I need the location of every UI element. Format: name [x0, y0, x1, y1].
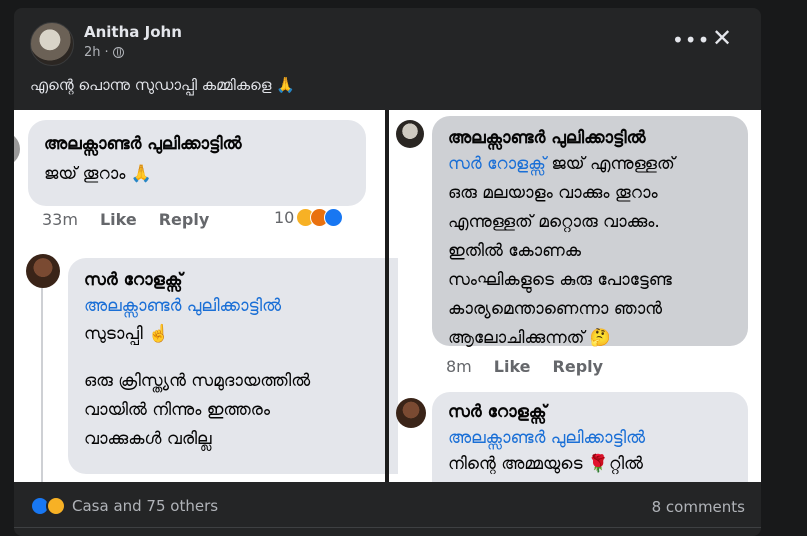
commenter-name: അലക്സാണ്ടർ പുലിക്കാട്ടിൽ — [44, 134, 242, 154]
comments-count[interactable]: 8 comments — [652, 498, 745, 516]
post-image[interactable]: അലക്സാണ്ടർ പുലിക്കാട്ടിൽ ജയ് തൂറാം 🙏 33m… — [14, 110, 761, 482]
footer-divider — [14, 527, 761, 528]
commenter-avatar — [396, 398, 426, 428]
reactors-text: Casa and 75 others — [72, 497, 219, 515]
comment-time: 8m — [446, 357, 472, 376]
commenter-name: അലക്സാണ്ടർ പുലിക്കാട്ടിൽ — [448, 128, 646, 148]
reaction-bar[interactable]: Casa and 75 others — [30, 496, 218, 516]
comment-line: വായിൽ നിന്നും ഇത്തരം — [84, 400, 270, 420]
commenter-avatar — [26, 254, 60, 288]
comment-line: വാക്കുകൾ വരില്ല — [84, 429, 212, 449]
comment-time: 33m — [42, 210, 78, 229]
haha-icon — [46, 496, 66, 516]
commenter-name: സർ റോളക്സ് — [84, 270, 183, 290]
comment-line: നിന്റെ അമ്മയുടെ 🌹റ്റിൽ — [448, 454, 643, 474]
like-button[interactable]: Like — [100, 210, 137, 229]
comment-bubble: സർ റോളക്സ് അലക്സാണ്ടർ പുലിക്കാട്ടിൽ സുടാ… — [68, 258, 398, 474]
close-icon[interactable]: ✕ — [712, 26, 732, 50]
mention-link[interactable]: സർ റോളക്സ് — [448, 154, 546, 174]
comment-bubble: അലക്സാണ്ടർ പുലിക്കാട്ടിൽ ജയ് തൂറാം 🙏 — [28, 120, 366, 206]
comment-line: സംഘികളുടെ കുരു പോട്ടേണ്ട — [448, 270, 672, 290]
reaction-summary[interactable]: 10 — [274, 208, 344, 227]
like-icon — [324, 208, 344, 227]
reply-button[interactable]: Reply — [159, 210, 210, 229]
like-button[interactable]: Like — [494, 357, 531, 376]
comment-line: കാര്യമെന്താണെന്നാ ഞാൻ — [448, 299, 663, 319]
mention-link[interactable]: അലക്സാണ്ടർ പുലിക്കാട്ടിൽ — [448, 428, 732, 448]
comment-line: സർ റോളക്സ് ജയ് എന്നുള്ളത് — [448, 154, 675, 174]
comment-line: ഇതിൽ കോണക — [448, 241, 581, 261]
image-divider — [385, 110, 389, 482]
commenter-avatar — [396, 120, 424, 148]
reaction-count: 10 — [274, 208, 295, 227]
comment-bubble: അലക്സാണ്ടർ പുലിക്കാട്ടിൽ സർ റോളക്സ് ജയ് … — [432, 116, 748, 348]
comment-bubble: സർ റോളക്സ് അലക്സാണ്ടർ പുലിക്കാട്ടിൽ നിന്… — [432, 392, 748, 482]
comment-text: ജയ് തൂറാം 🙏 — [44, 164, 152, 184]
commenter-avatar — [14, 132, 20, 166]
post-caption: എന്റെ പൊന്നു സുഡാപ്പി കമ്മികളെ 🙏 — [30, 76, 295, 94]
post-time[interactable]: 2h — [84, 45, 101, 60]
author-name[interactable]: Anitha John — [84, 23, 182, 41]
globe-icon — [112, 47, 124, 58]
author-avatar[interactable] — [30, 22, 74, 66]
comment-line: ആലോചിക്കുന്നത് 🤔 — [448, 328, 611, 348]
comment-actions: 33m Like Reply — [42, 210, 209, 229]
mention-link[interactable]: അലക്സാണ്ടർ പുലിക്കാട്ടിൽ — [84, 296, 382, 316]
post-meta: 2h · — [84, 45, 124, 60]
comment-line: എന്നുള്ളത് മറ്റൊരു വാക്കും. — [448, 212, 660, 232]
more-options-icon[interactable]: ••• — [672, 28, 710, 52]
comment-line: ഒരു മലയാളം വാക്കും തൂറാം — [448, 183, 658, 203]
comment-actions: 8m Like Reply — [446, 357, 603, 376]
post-card: Anitha John 2h · ••• ✕ എന്റെ പൊന്നു സുഡാ… — [14, 8, 761, 536]
thread-line — [41, 260, 43, 482]
comment-line: ഒരു ക്രിസ്ത്യൻ സമുദായത്തിൽ — [84, 371, 311, 391]
reply-button[interactable]: Reply — [553, 357, 604, 376]
commenter-name: സർ റോളക്സ് — [448, 402, 547, 422]
comment-line: സുടാപ്പി ☝️ — [84, 324, 170, 344]
